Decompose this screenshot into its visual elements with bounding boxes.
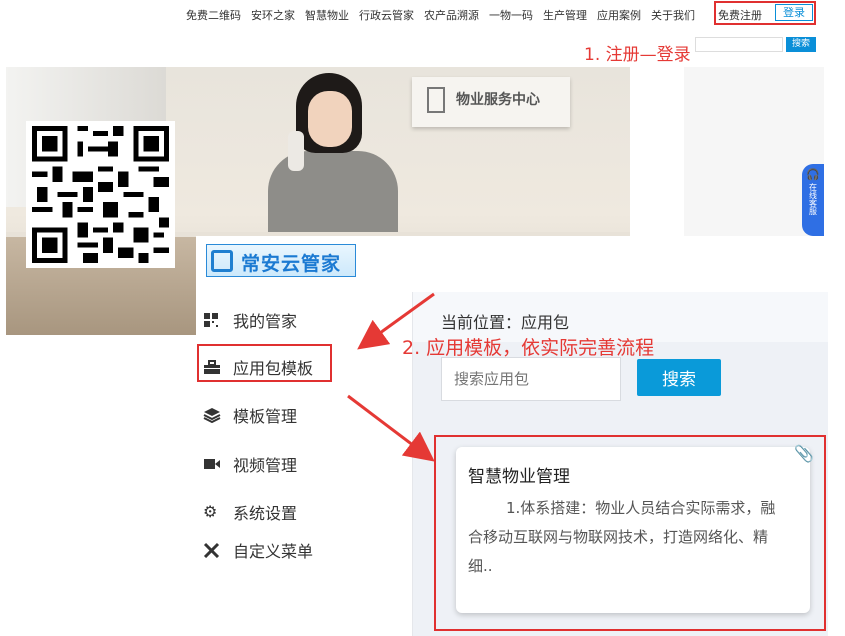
annotation-arrows — [347, 292, 435, 462]
arrow-to-card — [347, 394, 435, 462]
arrow-to-templates — [357, 292, 435, 350]
